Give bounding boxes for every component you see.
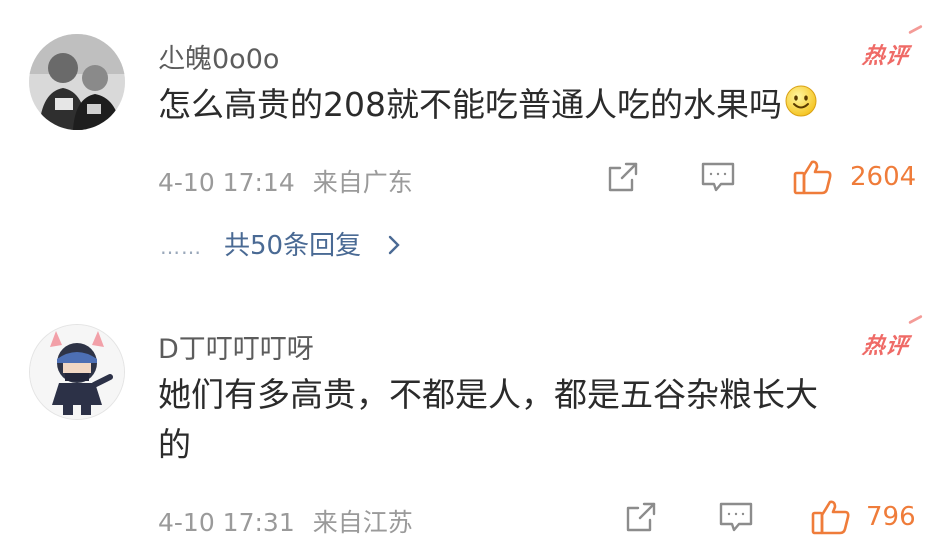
hot-comment-badge: 热评 [861,38,912,70]
comment-text: 她们有多高贵，不都是人，都是五谷杂粮长大 的 [158,370,818,470]
comment-text: 怎么高贵的208就不能吃普通人吃的水果吗 [158,80,818,132]
like-count: 796 [866,502,916,532]
share-icon[interactable] [606,160,640,198]
username[interactable]: 尐魄0o0o [158,37,279,76]
comment-item: D丁叮叮叮呀 热评 她们有多高贵，不都是人，都是五谷杂粮长大 的 4-10 17… [0,290,946,537]
like-icon[interactable] [792,158,834,200]
replies-label: 共50条回复 [224,231,362,261]
avatar[interactable] [29,324,125,420]
comment-text-line: 的 [158,425,191,464]
view-replies-link[interactable]: …… 共50条回复 [160,225,401,262]
comment-text-line: 怎么高贵的208就不能吃普通人吃的水果吗 [158,85,782,124]
comment-date: 4-10 17:14 [158,168,295,197]
like-icon[interactable] [810,498,852,540]
comment-location: 来自江苏 [312,508,413,537]
chevron-right-icon [379,231,401,261]
share-icon[interactable] [624,500,658,538]
like-count: 2604 [850,162,917,192]
comment-item: 尐魄0o0o 热评 怎么高贵的208就不能吃普通人吃的水果吗 4-10 17:1… [0,0,946,290]
comment-meta: 4-10 17:14 来自广东 [158,163,413,199]
comment-location: 来自广东 [312,168,413,197]
username[interactable]: D丁叮叮叮呀 [158,327,314,366]
comment-icon[interactable] [718,500,754,538]
replies-dots: …… [160,235,202,259]
avatar[interactable] [29,34,125,130]
comment-text-line: 她们有多高贵，不都是人，都是五谷杂粮长大 [158,375,818,414]
comment-icon[interactable] [700,160,736,198]
comment-date: 4-10 17:31 [158,508,295,537]
hot-comment-badge: 热评 [861,328,912,360]
comment-meta: 4-10 17:31 来自江苏 [158,503,413,539]
smile-emoji-icon [784,82,818,132]
